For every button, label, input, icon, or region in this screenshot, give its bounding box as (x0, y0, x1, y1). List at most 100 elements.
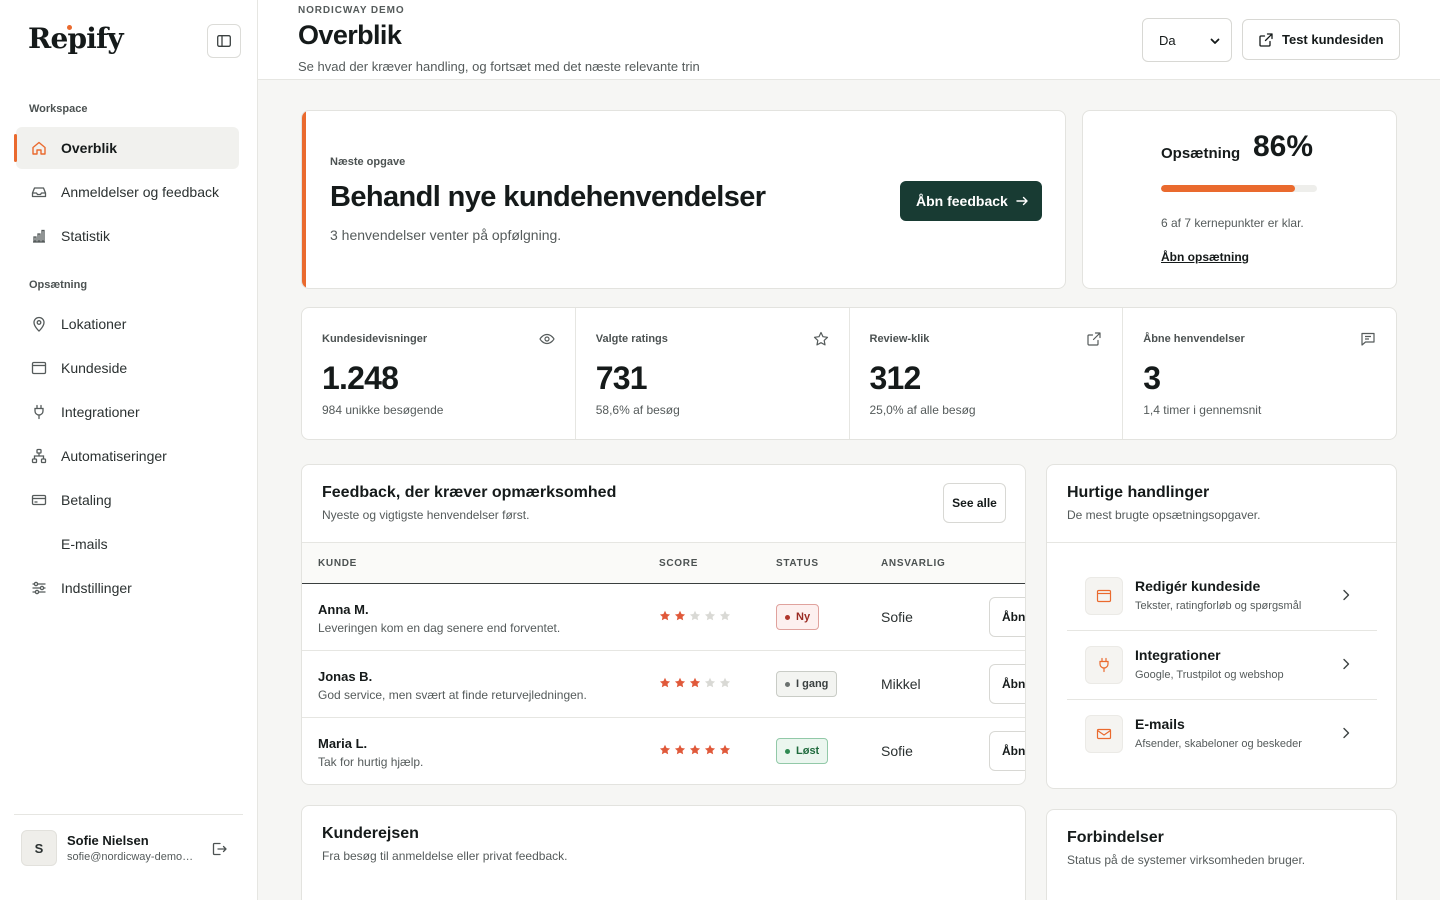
journey-title: Kunderejsen (322, 825, 419, 842)
user-divider (14, 814, 243, 815)
setup-percent: 86% (1253, 130, 1314, 163)
user-name: Sofie Nielsen (67, 833, 149, 848)
column-header-status[interactable]: STATUS (776, 558, 819, 569)
divider (1047, 542, 1396, 543)
collapse-sidebar-button[interactable] (207, 24, 241, 58)
workflow-icon (31, 448, 47, 464)
page-header: NORDICWAY DEMO Overblik Se hvad der kræv… (258, 0, 1440, 80)
plug-icon (1099, 657, 1109, 673)
status-label: Ny (796, 611, 811, 623)
journey-subtitle: Fra besøg til anmeldelse eller privat fe… (322, 849, 568, 863)
star-filled-icon (674, 744, 686, 755)
sidebar-item-betaling[interactable]: Betaling (16, 479, 239, 521)
stats-card: Kundesidevisninger 1.248 984 unikke besø… (301, 307, 1397, 440)
table-row[interactable]: Anna M. Leveringen kom en dag senere end… (302, 584, 1025, 651)
arrow-right-icon (1016, 196, 1028, 206)
status-badge: Løst (776, 738, 829, 764)
star-filled-icon (659, 677, 671, 688)
sidebar-item-label: Integrationer (61, 404, 140, 420)
inbox-icon (31, 187, 47, 198)
column-header-customer[interactable]: KUNDE (318, 558, 357, 569)
sidebar-item-kundeside[interactable]: Kundeside (16, 347, 239, 389)
stat-label: Åbne henvendelser (1143, 333, 1245, 345)
setup-progress-card: Opsætning 86% 6 af 7 kernepunkter er kla… (1082, 110, 1397, 289)
status-label: I gang (796, 678, 829, 690)
logout-button[interactable] (210, 840, 228, 858)
status-label: Løst (796, 745, 820, 757)
logo-accent-dot (67, 25, 72, 30)
open-row-button[interactable]: Åbn (989, 731, 1025, 771)
sidebar-item-emails[interactable]: E-mails (16, 523, 239, 565)
sidebar-item-indstillinger[interactable]: Indstillinger (16, 567, 239, 609)
assignee: Sofie (881, 743, 913, 759)
status-badge: Ny (776, 604, 820, 630)
sidebar-item-integrationer[interactable]: Integrationer (16, 391, 239, 433)
quick-action-title: Redigér kundeside (1135, 578, 1261, 594)
star-filled-icon (659, 744, 671, 755)
customer-message: Leveringen kom en dag senere end forvent… (318, 621, 561, 635)
quick-action-edit-customer-page[interactable]: Redigér kundeside Tekster, ratingforløb … (1067, 562, 1377, 631)
sidebar-item-statistik[interactable]: Statistik (16, 215, 239, 257)
sidebar-item-overblik[interactable]: Overblik (14, 127, 239, 169)
stat-value: 1.248 (322, 360, 399, 396)
connections-subtitle: Status på de systemer virksomheden bruge… (1067, 853, 1306, 867)
stat-value: 312 (869, 360, 922, 396)
setup-note: 6 af 7 kernepunkter er klar. (1161, 216, 1304, 230)
open-row-button[interactable]: Åbn (989, 664, 1025, 704)
test-customer-page-button[interactable]: Test kundesiden (1242, 19, 1400, 60)
column-header-assignee[interactable]: ANSVARLIG (881, 558, 945, 569)
sidebar-item-lokationer[interactable]: Lokationer (16, 303, 239, 345)
status-dot (785, 748, 790, 754)
stat-sub: 25,0% af alle besøg (869, 403, 976, 417)
setup-label: Opsætning (1161, 145, 1241, 162)
stat-open-requests: Åbne henvendelser 3 1,4 timer i gennemsn… (1123, 308, 1396, 439)
open-setup-link[interactable]: Åbn opsætning (1161, 250, 1249, 264)
sidebar: Repify Workspace Overblik Anmeldelser og… (0, 0, 258, 900)
sidebar-item-label: Kundeside (61, 360, 128, 376)
mail-icon (1096, 728, 1112, 740)
next-task-label: Næste opgave (330, 156, 406, 168)
sidebar-item-label: Indstillinger (61, 580, 132, 596)
stat-sub: 1,4 timer i gennemsnit (1143, 403, 1262, 417)
sidebar-toggle-icon (217, 35, 231, 47)
external-link-icon (1087, 332, 1101, 346)
star-filled-icon (674, 677, 686, 688)
chevron-right-icon (1343, 658, 1350, 670)
external-link-icon (1259, 32, 1273, 47)
star-rating (659, 677, 731, 689)
see-all-button[interactable]: See alle (943, 483, 1006, 523)
table-row[interactable]: Maria L. Tak for hurtig hjælp. Løst Sofi… (302, 718, 1025, 784)
customer-journey-card: Kunderejsen Fra besøg til anmeldelse ell… (301, 805, 1026, 900)
language-select[interactable]: Da (1142, 18, 1232, 62)
browser-window-icon (1096, 589, 1112, 603)
quick-actions-card: Hurtige handlinger De mest brugte opsætn… (1046, 464, 1397, 789)
assignee: Mikkel (881, 676, 921, 692)
open-feedback-button[interactable]: Åbn feedback (900, 181, 1042, 221)
stat-value: 3 (1143, 360, 1161, 396)
customer-name: Anna M. (318, 602, 369, 617)
star-filled-icon (659, 610, 671, 621)
star-empty-icon (689, 610, 701, 621)
feedback-card: Feedback, der kræver opmærksomhed Nyeste… (301, 464, 1026, 785)
sidebar-item-label: Anmeldelser og feedback (61, 184, 219, 200)
status-dot (785, 614, 790, 620)
next-task-title: Behandl nye kundehenvendelser (330, 181, 766, 213)
nav-section-workspace: Workspace (29, 103, 88, 115)
sidebar-item-label: Lokationer (61, 316, 127, 332)
quick-action-icon-box (1085, 577, 1123, 615)
sidebar-item-automatiseringer[interactable]: Automatiseringer (16, 435, 239, 477)
quick-action-emails[interactable]: E-mails Afsender, skabeloner og beskeder (1067, 700, 1377, 769)
quick-action-icon-box (1085, 715, 1123, 753)
quick-action-integrations[interactable]: Integrationer Google, Trustpilot og webs… (1067, 631, 1377, 700)
mail-icon (31, 536, 47, 552)
connections-title: Forbindelser (1067, 829, 1164, 846)
quick-action-icon-box (1085, 646, 1123, 684)
table-row[interactable]: Jonas B. God service, men svært at finde… (302, 651, 1025, 718)
quick-actions-subtitle: De mest brugte opsætningsopgaver. (1067, 508, 1261, 522)
logout-icon (212, 842, 227, 856)
avatar[interactable]: S (21, 830, 57, 866)
star-empty-icon (719, 610, 731, 621)
sidebar-item-anmeldelser[interactable]: Anmeldelser og feedback (16, 171, 239, 213)
column-header-score[interactable]: SCORE (659, 558, 698, 569)
open-row-button[interactable]: Åbn (989, 597, 1025, 637)
